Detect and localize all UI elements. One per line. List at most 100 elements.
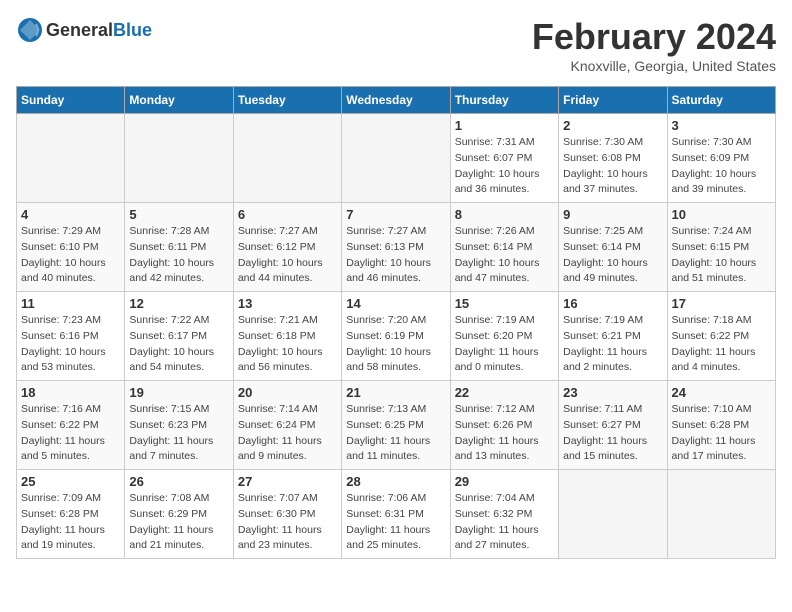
day-info: Sunrise: 7:09 AMSunset: 6:28 PMDaylight:… xyxy=(21,491,120,554)
day-info: Sunrise: 7:13 AMSunset: 6:25 PMDaylight:… xyxy=(346,402,445,465)
calendar-week-row: 18 Sunrise: 7:16 AMSunset: 6:22 PMDayligh… xyxy=(17,381,776,470)
day-info: Sunrise: 7:21 AMSunset: 6:18 PMDaylight:… xyxy=(238,313,337,376)
day-info: Sunrise: 7:10 AMSunset: 6:28 PMDaylight:… xyxy=(672,402,771,465)
day-number: 27 xyxy=(238,474,337,489)
day-number: 22 xyxy=(455,385,554,400)
day-number: 1 xyxy=(455,118,554,133)
calendar-cell: 25 Sunrise: 7:09 AMSunset: 6:28 PMDayligh… xyxy=(17,470,125,559)
day-number: 4 xyxy=(21,207,120,222)
day-info: Sunrise: 7:24 AMSunset: 6:15 PMDaylight:… xyxy=(672,224,771,287)
day-info: Sunrise: 7:12 AMSunset: 6:26 PMDaylight:… xyxy=(455,402,554,465)
logo: GeneralBlue xyxy=(16,16,152,44)
calendar-cell: 17 Sunrise: 7:18 AMSunset: 6:22 PMDayligh… xyxy=(667,292,775,381)
day-info: Sunrise: 7:19 AMSunset: 6:20 PMDaylight:… xyxy=(455,313,554,376)
day-number: 24 xyxy=(672,385,771,400)
day-info: Sunrise: 7:11 AMSunset: 6:27 PMDaylight:… xyxy=(563,402,662,465)
day-number: 19 xyxy=(129,385,228,400)
day-number: 10 xyxy=(672,207,771,222)
day-info: Sunrise: 7:18 AMSunset: 6:22 PMDaylight:… xyxy=(672,313,771,376)
day-number: 6 xyxy=(238,207,337,222)
days-header-row: SundayMondayTuesdayWednesdayThursdayFrid… xyxy=(17,87,776,114)
day-number: 26 xyxy=(129,474,228,489)
day-info: Sunrise: 7:31 AMSunset: 6:07 PMDaylight:… xyxy=(455,135,554,198)
day-info: Sunrise: 7:20 AMSunset: 6:19 PMDaylight:… xyxy=(346,313,445,376)
day-info: Sunrise: 7:30 AMSunset: 6:08 PMDaylight:… xyxy=(563,135,662,198)
day-info: Sunrise: 7:04 AMSunset: 6:32 PMDaylight:… xyxy=(455,491,554,554)
calendar-cell: 7 Sunrise: 7:27 AMSunset: 6:13 PMDaylight… xyxy=(342,203,450,292)
calendar-cell xyxy=(342,114,450,203)
day-number: 21 xyxy=(346,385,445,400)
calendar-cell: 4 Sunrise: 7:29 AMSunset: 6:10 PMDaylight… xyxy=(17,203,125,292)
day-info: Sunrise: 7:27 AMSunset: 6:13 PMDaylight:… xyxy=(346,224,445,287)
day-header-sunday: Sunday xyxy=(17,87,125,114)
day-info: Sunrise: 7:23 AMSunset: 6:16 PMDaylight:… xyxy=(21,313,120,376)
day-info: Sunrise: 7:25 AMSunset: 6:14 PMDaylight:… xyxy=(563,224,662,287)
calendar-cell: 28 Sunrise: 7:06 AMSunset: 6:31 PMDayligh… xyxy=(342,470,450,559)
day-number: 3 xyxy=(672,118,771,133)
day-info: Sunrise: 7:19 AMSunset: 6:21 PMDaylight:… xyxy=(563,313,662,376)
day-number: 11 xyxy=(21,296,120,311)
day-number: 17 xyxy=(672,296,771,311)
day-info: Sunrise: 7:30 AMSunset: 6:09 PMDaylight:… xyxy=(672,135,771,198)
day-number: 8 xyxy=(455,207,554,222)
day-info: Sunrise: 7:08 AMSunset: 6:29 PMDaylight:… xyxy=(129,491,228,554)
day-info: Sunrise: 7:27 AMSunset: 6:12 PMDaylight:… xyxy=(238,224,337,287)
calendar-cell: 6 Sunrise: 7:27 AMSunset: 6:12 PMDaylight… xyxy=(233,203,341,292)
day-info: Sunrise: 7:29 AMSunset: 6:10 PMDaylight:… xyxy=(21,224,120,287)
calendar-table: SundayMondayTuesdayWednesdayThursdayFrid… xyxy=(16,86,776,559)
calendar-cell xyxy=(559,470,667,559)
day-number: 25 xyxy=(21,474,120,489)
calendar-cell xyxy=(667,470,775,559)
calendar-cell: 3 Sunrise: 7:30 AMSunset: 6:09 PMDaylight… xyxy=(667,114,775,203)
calendar-cell: 8 Sunrise: 7:26 AMSunset: 6:14 PMDaylight… xyxy=(450,203,558,292)
calendar-cell: 27 Sunrise: 7:07 AMSunset: 6:30 PMDayligh… xyxy=(233,470,341,559)
title-section: February 2024 Knoxville, Georgia, United… xyxy=(532,16,776,74)
day-info: Sunrise: 7:28 AMSunset: 6:11 PMDaylight:… xyxy=(129,224,228,287)
day-number: 2 xyxy=(563,118,662,133)
calendar-cell: 5 Sunrise: 7:28 AMSunset: 6:11 PMDaylight… xyxy=(125,203,233,292)
day-number: 14 xyxy=(346,296,445,311)
calendar-week-row: 11 Sunrise: 7:23 AMSunset: 6:16 PMDayligh… xyxy=(17,292,776,381)
calendar-cell: 11 Sunrise: 7:23 AMSunset: 6:16 PMDayligh… xyxy=(17,292,125,381)
calendar-week-row: 25 Sunrise: 7:09 AMSunset: 6:28 PMDayligh… xyxy=(17,470,776,559)
day-number: 13 xyxy=(238,296,337,311)
calendar-cell: 22 Sunrise: 7:12 AMSunset: 6:26 PMDayligh… xyxy=(450,381,558,470)
calendar-week-row: 4 Sunrise: 7:29 AMSunset: 6:10 PMDaylight… xyxy=(17,203,776,292)
day-number: 5 xyxy=(129,207,228,222)
month-title: February 2024 xyxy=(532,16,776,58)
calendar-cell: 18 Sunrise: 7:16 AMSunset: 6:22 PMDayligh… xyxy=(17,381,125,470)
day-info: Sunrise: 7:14 AMSunset: 6:24 PMDaylight:… xyxy=(238,402,337,465)
calendar-cell: 16 Sunrise: 7:19 AMSunset: 6:21 PMDayligh… xyxy=(559,292,667,381)
calendar-cell: 29Sunrise: 7:04 AMSunset: 6:32 PMDayligh… xyxy=(450,470,558,559)
day-number: 16 xyxy=(563,296,662,311)
calendar-cell: 20Sunrise: 7:14 AMSunset: 6:24 PMDayligh… xyxy=(233,381,341,470)
day-info: Sunrise: 7:15 AMSunset: 6:23 PMDaylight:… xyxy=(129,402,228,465)
calendar-cell: 12 Sunrise: 7:22 AMSunset: 6:17 PMDayligh… xyxy=(125,292,233,381)
day-number: 7 xyxy=(346,207,445,222)
calendar-cell: 23Sunrise: 7:11 AMSunset: 6:27 PMDayligh… xyxy=(559,381,667,470)
calendar-cell xyxy=(233,114,341,203)
day-number: 18 xyxy=(21,385,120,400)
day-header-friday: Friday xyxy=(559,87,667,114)
day-info: Sunrise: 7:26 AMSunset: 6:14 PMDaylight:… xyxy=(455,224,554,287)
day-number: 28 xyxy=(346,474,445,489)
day-header-tuesday: Tuesday xyxy=(233,87,341,114)
logo-text-blue: Blue xyxy=(113,20,152,40)
calendar-cell: 14 Sunrise: 7:20 AMSunset: 6:19 PMDayligh… xyxy=(342,292,450,381)
calendar-cell: 1 Sunrise: 7:31 AMSunset: 6:07 PMDaylight… xyxy=(450,114,558,203)
day-number: 12 xyxy=(129,296,228,311)
logo-text-general: General xyxy=(46,20,113,40)
calendar-cell: 24 Sunrise: 7:10 AMSunset: 6:28 PMDayligh… xyxy=(667,381,775,470)
day-header-wednesday: Wednesday xyxy=(342,87,450,114)
calendar-cell: 21 Sunrise: 7:13 AMSunset: 6:25 PMDayligh… xyxy=(342,381,450,470)
day-info: Sunrise: 7:07 AMSunset: 6:30 PMDaylight:… xyxy=(238,491,337,554)
day-number: 15 xyxy=(455,296,554,311)
calendar-cell: 19 Sunrise: 7:15 AMSunset: 6:23 PMDayligh… xyxy=(125,381,233,470)
calendar-cell xyxy=(125,114,233,203)
calendar-cell: 2 Sunrise: 7:30 AMSunset: 6:08 PMDaylight… xyxy=(559,114,667,203)
calendar-cell: 15 Sunrise: 7:19 AMSunset: 6:20 PMDayligh… xyxy=(450,292,558,381)
day-info: Sunrise: 7:16 AMSunset: 6:22 PMDaylight:… xyxy=(21,402,120,465)
day-info: Sunrise: 7:22 AMSunset: 6:17 PMDaylight:… xyxy=(129,313,228,376)
page-header: GeneralBlue February 2024 Knoxville, Geo… xyxy=(16,16,776,74)
day-info: Sunrise: 7:06 AMSunset: 6:31 PMDaylight:… xyxy=(346,491,445,554)
